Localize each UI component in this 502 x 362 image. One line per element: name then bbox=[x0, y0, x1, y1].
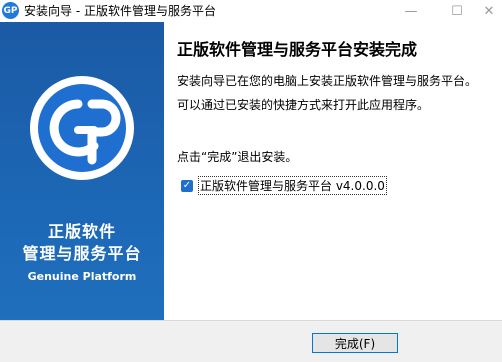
info-text-shortcut: 可以通过已安装的快捷方式来打开此应用程序。 bbox=[177, 98, 430, 112]
launch-app-checkbox[interactable]: ✓ bbox=[181, 179, 193, 192]
minimize-button[interactable]: — bbox=[388, 0, 434, 22]
app-logo-icon: GP bbox=[2, 2, 19, 19]
close-button[interactable]: ✕ bbox=[476, 0, 502, 22]
page-heading: 正版软件管理与服务平台安装完成 bbox=[177, 40, 418, 59]
title-bar: GP 安装向导 - 正版软件管理与服务平台 — ☐ ✕ bbox=[0, 0, 502, 22]
product-name-line2: 管理与服务平台 bbox=[22, 244, 142, 263]
product-english-name: Genuine Platform bbox=[27, 270, 137, 283]
gp-logo bbox=[28, 74, 136, 182]
footer-bar bbox=[0, 320, 502, 362]
product-name-line1: 正版软件 bbox=[47, 222, 116, 241]
info-text-exit: 点击“完成”退出安装。 bbox=[177, 150, 298, 164]
launch-app-label[interactable]: 正版软件管理与服务平台 v4.0.0.0 bbox=[198, 176, 387, 195]
window-title: 安装向导 - 正版软件管理与服务平台 bbox=[24, 4, 216, 18]
finish-button[interactable]: 完成(F) bbox=[312, 333, 398, 353]
side-banner: 正版软件 管理与服务平台 Genuine Platform bbox=[0, 22, 164, 320]
maximize-button[interactable]: ☐ bbox=[434, 0, 480, 22]
info-text-installed: 安装向导已在您的电脑上安装正版软件管理与服务平台。 bbox=[177, 74, 478, 88]
launch-app-checkbox-row[interactable]: ✓ 正版软件管理与服务平台 v4.0.0.0 bbox=[181, 176, 387, 195]
